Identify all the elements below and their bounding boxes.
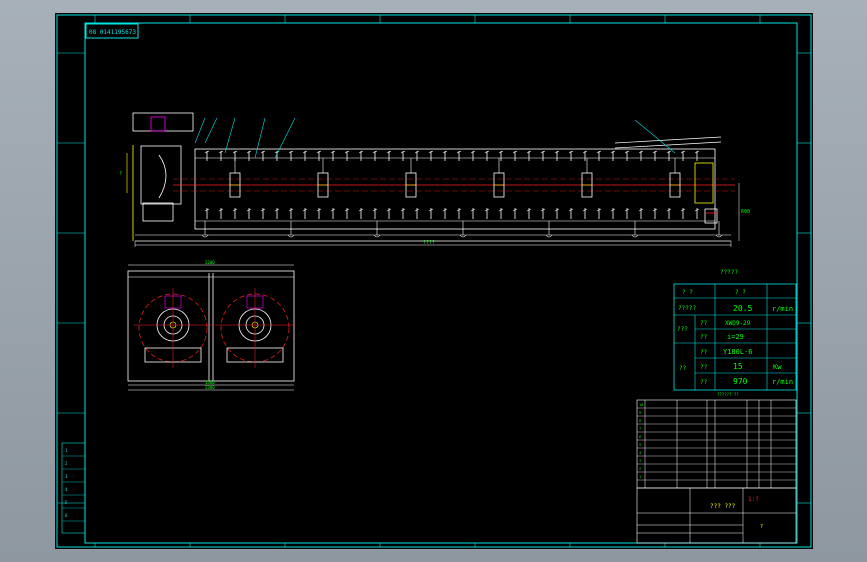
unknown-label: ?????: [720, 269, 738, 276]
svg-text:??: ??: [679, 365, 687, 372]
svg-text:9: 9: [639, 411, 641, 415]
svg-text:Kw: Kw: [773, 363, 782, 371]
left-table: 1 2 3 4 5 6: [61, 442, 86, 534]
svg-text:? ?: ? ?: [735, 289, 746, 296]
svg-text:??: ??: [700, 379, 708, 386]
svg-text:???: ???: [677, 326, 688, 333]
svg-text:r/min: r/min: [772, 378, 793, 386]
svg-text:??: ??: [700, 364, 708, 371]
svg-text:2: 2: [639, 467, 641, 471]
outer-border: [56, 14, 812, 548]
svg-text:5: 5: [639, 443, 641, 447]
title-block: ??? ??? 1:? ?: [636, 487, 797, 544]
svg-text:r/min: r/min: [772, 305, 793, 313]
svg-text:1:?: 1:?: [748, 496, 759, 503]
svg-text:?????: ?????: [678, 305, 696, 312]
parts-list: 10 9 8 7 6 5 4 3 2 1: [636, 399, 797, 489]
svg-text:??: ??: [700, 320, 708, 327]
svg-text:4: 4: [65, 487, 68, 492]
svg-text:20.5: 20.5: [733, 304, 752, 313]
svg-text:5: 5: [65, 500, 68, 505]
svg-text:8: 8: [639, 419, 641, 423]
cad-drawing: 08 0141195673 ? ???? 600 2200 1300 2300 …: [56, 14, 812, 548]
svg-text:?: ?: [119, 171, 122, 177]
svg-text:??: ??: [700, 334, 708, 341]
svg-text:i=29: i=29: [727, 333, 744, 341]
drawing-canvas[interactable]: 08 0141195673 ? ???? 600 2200 1300 2300 …: [55, 13, 813, 549]
svg-text:970: 970: [733, 377, 748, 386]
svg-text:2200: 2200: [205, 260, 215, 265]
svg-text:1: 1: [639, 475, 641, 479]
svg-text:7: 7: [639, 427, 641, 431]
svg-text:3: 3: [65, 474, 68, 479]
svg-text:4: 4: [639, 451, 641, 455]
code-box-text: 08 0141195673: [89, 29, 136, 36]
conveyor-elevation: ? ???? 600: [119, 112, 750, 247]
svg-text:2300: 2300: [205, 385, 215, 390]
svg-text:1: 1: [65, 448, 68, 453]
dim-end-text: 600: [741, 209, 750, 215]
border-ticks: [57, 15, 811, 547]
svg-text:??? ???: ??? ???: [710, 503, 736, 510]
svg-text:Y180L-6: Y180L-6: [723, 348, 753, 356]
inner-border: [84, 22, 798, 544]
dim-total-text: ????: [423, 240, 435, 246]
svg-text:10: 10: [639, 403, 643, 407]
svg-text:2: 2: [65, 461, 68, 466]
svg-text:3: 3: [639, 459, 641, 463]
svg-text:XWD9-29: XWD9-29: [725, 320, 751, 327]
svg-text:6: 6: [65, 513, 68, 518]
svg-text:15: 15: [733, 362, 743, 371]
svg-text:?????? ??: ?????? ??: [717, 392, 739, 397]
svg-text:?: ?: [760, 524, 763, 530]
svg-text:??: ??: [700, 349, 708, 356]
svg-text:? ?: ? ?: [682, 289, 693, 296]
front-view: 2200 1300 2300: [127, 260, 295, 391]
cad-viewport[interactable]: 08 0141195673 ? ???? 600 2200 1300 2300 …: [0, 0, 867, 562]
spec-table: ? ? ? ? ????? 20.5 r/min ??? ?? XWD9-29 …: [673, 283, 797, 397]
svg-text:6: 6: [639, 435, 641, 439]
